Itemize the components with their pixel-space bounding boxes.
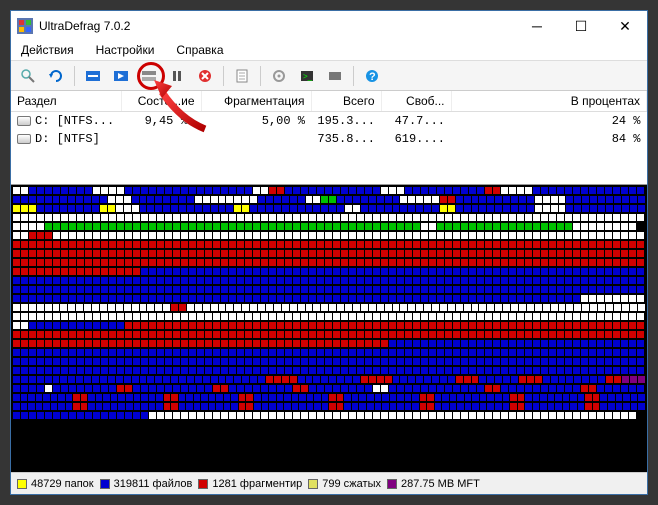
close-button[interactable]: ✕: [603, 12, 647, 40]
analyze-button[interactable]: [16, 64, 40, 88]
legend-compressed: 799 сжатых: [308, 478, 381, 490]
volume-list[interactable]: Раздел Состо...ие Фрагментация Всего Сво…: [11, 91, 647, 185]
power-button[interactable]: [323, 64, 347, 88]
table-row[interactable]: C: [NTFS...9,45 %.5,00 %195.3...47.7...2…: [11, 112, 647, 131]
compr-color-icon: [308, 479, 318, 489]
col-partition[interactable]: Раздел: [11, 91, 121, 112]
legend-folders-label: 48729 папок: [31, 478, 94, 490]
main-window: UltraDefrag 7.0.2 ─ ☐ ✕ Действия Настрой…: [10, 10, 648, 495]
files-color-icon: [100, 479, 110, 489]
menu-settings[interactable]: Настройки: [90, 41, 161, 60]
legend-mft: 287.75 MB MFT: [387, 478, 480, 490]
svg-text:>_: >_: [303, 72, 313, 81]
fragm-color-icon: [198, 479, 208, 489]
statusbar: 48729 папок 319811 файлов 1281 фрагменти…: [11, 472, 647, 494]
minimize-button[interactable]: ─: [515, 12, 559, 40]
pause-button[interactable]: [165, 64, 189, 88]
legend-mft-label: 287.75 MB MFT: [401, 478, 480, 490]
options-button[interactable]: [267, 64, 291, 88]
toolbar: >_ ?: [11, 61, 647, 91]
mft-color-icon: [387, 479, 397, 489]
titlebar: UltraDefrag 7.0.2 ─ ☐ ✕: [11, 11, 647, 41]
report-button[interactable]: [230, 64, 254, 88]
cluster-map: [11, 185, 647, 472]
folders-color-icon: [17, 479, 27, 489]
quick-optimize-button[interactable]: [109, 64, 133, 88]
col-free[interactable]: Своб...: [381, 91, 451, 112]
full-optimize-button[interactable]: [137, 64, 161, 88]
table-row[interactable]: D: [NTFS]735.8...619....84 %: [11, 130, 647, 148]
help-button[interactable]: ?: [360, 64, 384, 88]
legend-folders: 48729 папок: [17, 478, 94, 490]
menu-help[interactable]: Справка: [170, 41, 229, 60]
legend-fragmented: 1281 фрагментир: [198, 478, 302, 490]
script-button[interactable]: >_: [295, 64, 319, 88]
legend-fragm-label: 1281 фрагментир: [212, 478, 302, 490]
col-percent[interactable]: В процентах: [451, 91, 647, 112]
stop-button[interactable]: [193, 64, 217, 88]
legend-files: 319811 файлов: [100, 478, 193, 490]
menubar: Действия Настройки Справка: [11, 41, 647, 61]
legend-compr-label: 799 сжатых: [322, 478, 381, 490]
drive-icon: [17, 116, 31, 126]
window-title: UltraDefrag 7.0.2: [39, 19, 515, 33]
legend-files-label: 319811 файлов: [114, 478, 193, 490]
app-icon: [17, 18, 33, 34]
repeat-button[interactable]: [44, 64, 68, 88]
col-fragmentation[interactable]: Фрагментация: [201, 91, 311, 112]
menu-actions[interactable]: Действия: [15, 41, 80, 60]
drive-icon: [17, 134, 31, 144]
col-total[interactable]: Всего: [311, 91, 381, 112]
column-headers[interactable]: Раздел Состо...ие Фрагментация Всего Сво…: [11, 91, 647, 112]
maximize-button[interactable]: ☐: [559, 12, 603, 40]
col-state[interactable]: Состо...ие: [121, 91, 201, 112]
svg-text:?: ?: [369, 71, 376, 83]
defrag-button[interactable]: [81, 64, 105, 88]
